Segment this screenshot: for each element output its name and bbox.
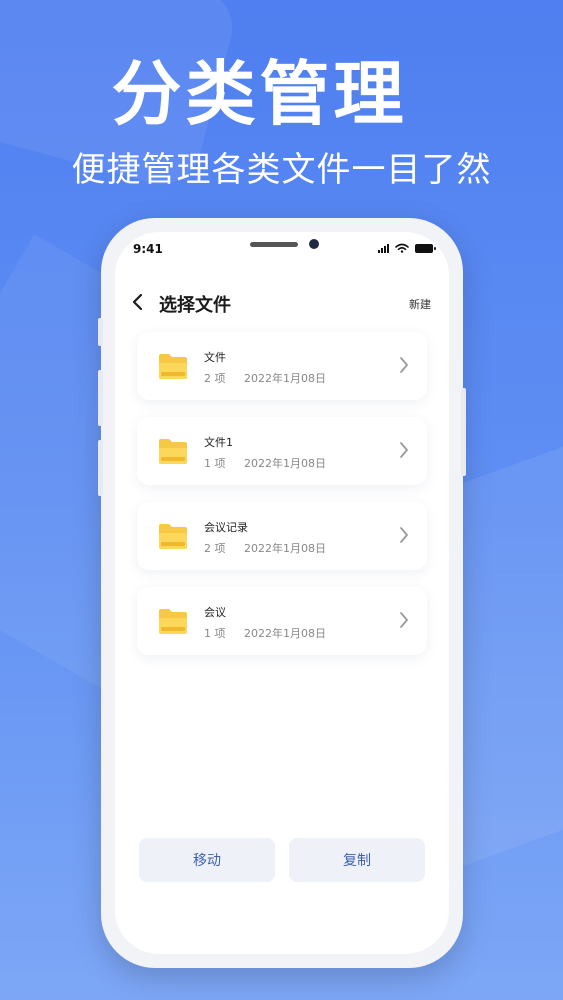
status-bar: 9:41 — [115, 232, 449, 268]
folder-item[interactable]: 会议记录 2 项 2022年1月08日 — [137, 502, 427, 570]
chevron-right-icon — [400, 442, 408, 458]
folder-icon — [159, 439, 187, 464]
phone-side-button — [98, 370, 103, 426]
folder-count: 2 项 — [204, 372, 226, 385]
phone-mockup: 9:41 选择文件 新建 文件 2 项 2022年1月08日 文件1 1 项 2… — [98, 218, 466, 968]
chevron-right-icon — [400, 612, 408, 628]
folder-name: 文件1 — [204, 436, 233, 449]
folder-count: 1 项 — [204, 627, 226, 640]
phone-side-button — [98, 318, 103, 346]
page-title: 选择文件 — [159, 295, 231, 316]
camera-icon — [309, 239, 319, 249]
folder-icon — [159, 524, 187, 549]
folder-date: 2022年1月08日 — [244, 542, 326, 555]
folder-date: 2022年1月08日 — [244, 372, 326, 385]
battery-icon — [415, 243, 436, 253]
bottom-actions: 移动 复制 — [139, 838, 425, 882]
wifi-icon — [395, 243, 409, 253]
folder-item[interactable]: 会议 1 项 2022年1月08日 — [137, 587, 427, 655]
folder-icon — [159, 609, 187, 634]
speaker-grille — [250, 242, 298, 247]
phone-screen: 9:41 选择文件 新建 文件 2 项 2022年1月08日 文件1 1 项 2… — [115, 232, 449, 954]
folder-icon — [159, 354, 187, 379]
folder-count: 1 项 — [204, 457, 226, 470]
folder-name: 会议 — [204, 606, 226, 619]
folder-count: 2 项 — [204, 542, 226, 555]
folder-item[interactable]: 文件 2 项 2022年1月08日 — [137, 332, 427, 400]
notch — [223, 232, 343, 258]
copy-button[interactable]: 复制 — [289, 838, 425, 882]
move-button[interactable]: 移动 — [139, 838, 275, 882]
status-icons — [378, 243, 436, 253]
folder-name: 会议记录 — [204, 521, 248, 534]
promo-subline: 便捷管理各类文件一目了然 — [71, 150, 492, 190]
phone-side-button — [461, 388, 466, 476]
chevron-right-icon — [400, 357, 408, 373]
signal-icon — [378, 243, 389, 253]
status-time: 9:41 — [133, 242, 163, 256]
promo-headline: 分类管理 — [111, 53, 408, 135]
chevron-right-icon — [400, 527, 408, 543]
phone-side-button — [98, 440, 103, 496]
nav-bar: 选择文件 新建 — [115, 282, 449, 322]
folder-date: 2022年1月08日 — [244, 627, 326, 640]
folder-name: 文件 — [204, 351, 226, 364]
folder-list: 文件 2 项 2022年1月08日 文件1 1 项 2022年1月08日 会议记… — [137, 332, 427, 672]
back-arrow-icon[interactable] — [129, 290, 149, 314]
new-button[interactable]: 新建 — [409, 296, 431, 312]
folder-date: 2022年1月08日 — [244, 457, 326, 470]
folder-item[interactable]: 文件1 1 项 2022年1月08日 — [137, 417, 427, 485]
